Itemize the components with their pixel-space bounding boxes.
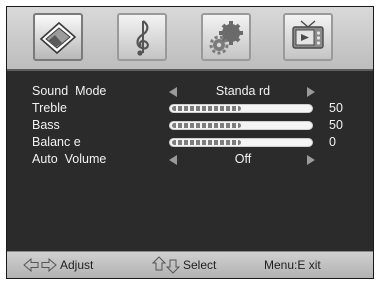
sound-mode-value: Standa rd [215, 84, 271, 98]
sound-menu: Sound Mode Standa rd Treble 50 Bass 50 B… [7, 83, 373, 168]
treble-slider[interactable] [169, 104, 313, 113]
tv-menu-window: Sound Mode Standa rd Treble 50 Bass 50 B… [6, 6, 374, 279]
balance-label: Balanc e [32, 135, 81, 149]
bass-slider-fill [172, 123, 241, 128]
exit-hint: Menu:E xit [264, 252, 321, 278]
treble-slider-fill [172, 106, 241, 111]
menu-row-bass[interactable]: Bass 50 [7, 117, 373, 134]
right-arrow-icon[interactable] [307, 87, 315, 97]
adjust-hint: Adjust [23, 252, 93, 278]
tab-separator [7, 69, 373, 71]
adjust-label: Adjust [60, 258, 94, 272]
balance-slider[interactable] [169, 138, 313, 147]
bass-value: 50 [329, 118, 343, 132]
auto-volume-value: Off [234, 152, 252, 166]
select-label: Select [183, 258, 217, 272]
right-arrow-icon[interactable] [307, 155, 315, 165]
tab-tv[interactable] [283, 13, 333, 61]
tv-icon [292, 20, 324, 49]
left-arrow-icon[interactable] [169, 155, 177, 165]
balance-value: 0 [329, 135, 336, 149]
bass-slider[interactable] [169, 121, 313, 130]
picture-icon [39, 21, 77, 55]
menu-row-treble[interactable]: Treble 50 [7, 100, 373, 117]
treble-value: 50 [329, 101, 343, 115]
sound-mode-label: Sound Mode [32, 84, 107, 98]
left-right-arrows-icon [23, 258, 57, 272]
exit-label: Menu:E xit [264, 258, 321, 272]
left-arrow-icon[interactable] [169, 87, 177, 97]
menu-row-balance[interactable]: Balanc e 0 [7, 134, 373, 151]
menu-tab-bar [7, 7, 373, 69]
up-down-arrows-icon [152, 256, 180, 274]
select-hint: Select [152, 252, 216, 278]
auto-volume-label: Auto Volume [32, 152, 107, 166]
music-note-icon [136, 20, 149, 56]
help-bar: Adjust Select Menu:E xit [7, 251, 373, 278]
balance-slider-fill [172, 140, 241, 145]
tab-sound[interactable] [117, 13, 167, 61]
treble-label: Treble [32, 101, 67, 115]
menu-row-sound-mode[interactable]: Sound Mode Standa rd [7, 83, 373, 100]
tab-picture[interactable] [33, 13, 83, 61]
tab-setup[interactable] [201, 13, 251, 61]
menu-row-auto-volume[interactable]: Auto Volume Off [7, 151, 373, 168]
gears-icon [209, 21, 243, 55]
bass-label: Bass [32, 118, 60, 132]
